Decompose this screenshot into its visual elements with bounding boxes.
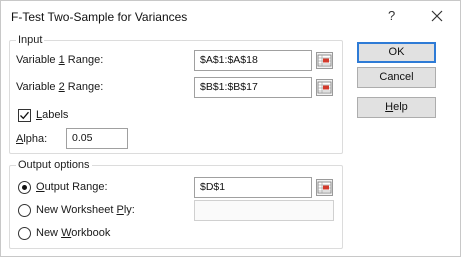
alpha-input[interactable]: 0.05 [66,128,128,149]
output-range-input[interactable]: $D$1 [194,177,312,198]
label-text: ly: [123,204,135,216]
labels-checkbox-label: Labels [36,109,68,121]
label-text: Variable [16,54,59,66]
variable-1-range-label: Variable 1 Range: [16,54,103,66]
help-button[interactable]: Help [357,97,436,118]
checkmark-icon [20,111,29,120]
output-range-label: Output Range: [36,181,108,193]
label-accesskey: W [61,227,72,239]
label-text: orkbook [71,227,111,239]
label-accesskey: O [36,181,45,193]
label-text: Variable [16,81,59,93]
radio-selected-dot [22,185,27,190]
label-text: New [36,227,62,239]
dialog-title: F-Test Two-Sample for Variances [11,10,188,24]
help-icon[interactable]: ? [388,8,395,23]
range-selector-icon[interactable] [316,52,333,69]
labels-checkbox[interactable] [18,109,31,122]
f-test-dialog: F-Test Two-Sample for Variances ? Input … [0,0,461,257]
new-worksheet-ply-input[interactable] [194,200,334,221]
ok-button[interactable]: OK [357,42,436,63]
label-accesskey: H [385,101,394,113]
close-icon[interactable] [425,4,449,28]
cancel-button[interactable]: Cancel [357,67,436,88]
new-workbook-radio[interactable] [18,227,31,240]
label-text: New Worksheet [36,204,117,216]
range-selector-icon[interactable] [316,79,333,96]
new-worksheet-ply-radio[interactable] [18,204,31,217]
label-text: elp [393,101,408,113]
alpha-label: Alpha: [16,133,47,145]
label-text: abels [42,109,69,121]
new-worksheet-ply-label: New Worksheet Ply: [36,204,135,216]
label-text: lpha: [23,133,48,145]
variable-2-range-label: Variable 2 Range: [16,81,103,93]
output-options-legend: Output options [18,159,90,171]
variable-1-range-input[interactable]: $A$1:$A$18 [194,50,312,71]
label-text: utput Range: [44,181,108,193]
label-text: Range: [64,81,104,93]
new-workbook-label: New Workbook [36,227,110,239]
variable-2-range-input[interactable]: $B$1:$B$17 [194,77,312,98]
label-accesskey: P [116,204,124,216]
range-selector-icon[interactable] [316,179,333,196]
input-group-legend: Input [18,34,43,46]
output-range-radio[interactable] [18,181,31,194]
label-text: Range: [64,54,104,66]
